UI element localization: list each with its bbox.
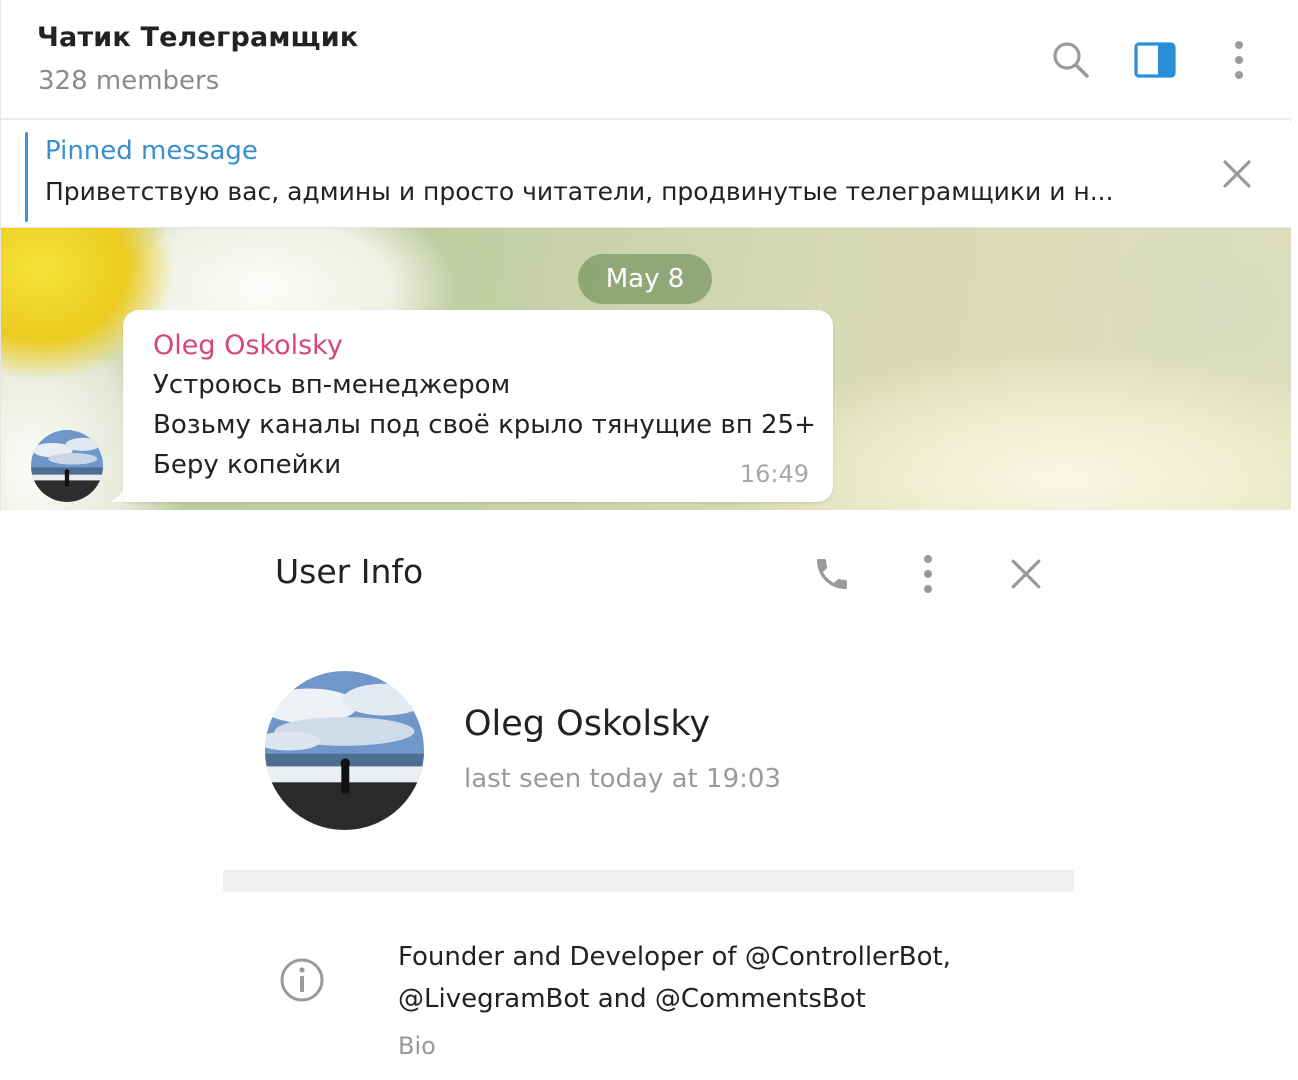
more-vertical-icon (1235, 41, 1243, 79)
user-info-title: User Info (275, 552, 424, 591)
chat-wallpaper: May 8 Oleg Oskolsky Устроюсь вп-менеджер… (1, 228, 1291, 510)
avatar-image (31, 430, 103, 502)
user-info-more-button[interactable] (912, 548, 944, 600)
pinned-text: Приветствую вас, админы и просто читател… (45, 177, 1114, 206)
pinned-title: Pinned message (45, 136, 258, 166)
chat-title: Чатик Телеграмщик (37, 22, 359, 53)
chat-more-button[interactable] (1223, 36, 1255, 84)
message-text-line: Беру копейки (153, 450, 342, 480)
call-button[interactable] (806, 548, 858, 600)
pinned-message[interactable]: Pinned message Приветствую вас, админы и… (1, 122, 1291, 228)
date-separator: May 8 (578, 254, 712, 304)
info-icon (280, 958, 324, 1002)
chat-members-count: 328 members (38, 66, 220, 96)
chat-header[interactable]: Чатик Телеграмщик 328 members (1, 0, 1291, 120)
message-bubble[interactable]: Oleg Oskolsky Устроюсь вп-менеджером Воз… (123, 310, 833, 502)
search-button[interactable] (1047, 36, 1095, 84)
message-text-line: Устроюсь вп-менеджером (153, 370, 511, 400)
avatar[interactable] (31, 430, 103, 502)
sidebar-panel-icon (1134, 42, 1176, 78)
phone-icon (817, 559, 847, 589)
bio-label: Bio (398, 1032, 436, 1060)
bio-text-line[interactable]: Founder and Developer of @ControllerBot, (398, 942, 951, 972)
pinned-accent-bar (25, 132, 28, 222)
message-author[interactable]: Oleg Oskolsky (153, 330, 343, 361)
pinned-close-button[interactable] (1213, 150, 1261, 198)
toggle-sidebar-button[interactable] (1131, 38, 1179, 82)
message-time: 16:49 (739, 460, 809, 488)
profile-avatar-image (265, 671, 424, 830)
bio-text-line[interactable]: @LivegramBot and @CommentsBot (398, 984, 866, 1014)
chat-panel: Чатик Телеграмщик 328 members Pinned mes… (0, 0, 1291, 510)
profile-name: Oleg Oskolsky (464, 704, 711, 744)
more-vertical-icon (924, 555, 932, 593)
user-info-close-button[interactable] (1000, 548, 1052, 600)
profile-avatar[interactable] (265, 671, 424, 830)
close-icon (1011, 559, 1041, 589)
message-text-line: Возьму каналы под своё крыло тянущие вп … (153, 410, 816, 440)
close-icon (1223, 160, 1251, 188)
section-divider (223, 870, 1074, 892)
profile-last-seen: last seen today at 19:03 (464, 764, 781, 794)
search-icon (1053, 42, 1089, 78)
